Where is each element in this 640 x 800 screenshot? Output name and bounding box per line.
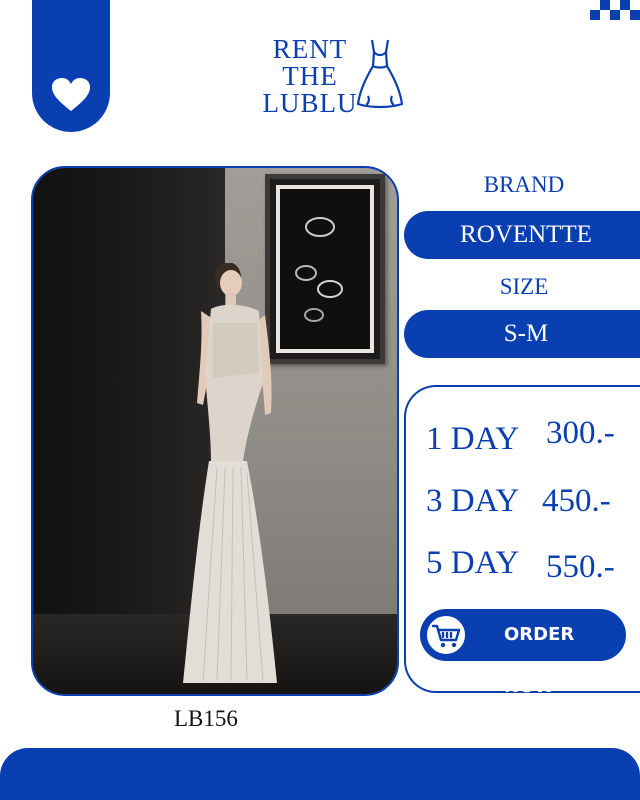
model-in-dress bbox=[183, 263, 277, 683]
pricing-panel: 1 DAY 300.- 3 DAY 450.- 5 DAY 550.- ORDER N… bbox=[404, 385, 640, 697]
brand-name-line1: RENT bbox=[272, 34, 348, 64]
dress-icon bbox=[356, 39, 404, 109]
footer-bar bbox=[0, 748, 640, 800]
brand-label: BRAND bbox=[483, 172, 565, 197]
price-amount: 550.- bbox=[546, 549, 615, 585]
size-value-pill: S-M bbox=[404, 310, 640, 358]
order-now-label: ORDER NOW bbox=[504, 624, 575, 697]
price-amount: 450.- bbox=[542, 483, 611, 519]
heart-icon bbox=[52, 78, 90, 111]
price-duration: 1 DAY bbox=[426, 421, 520, 457]
product-photo bbox=[31, 166, 399, 696]
order-now-button[interactable]: ORDER NOW bbox=[420, 609, 626, 697]
shopping-cart-icon bbox=[431, 624, 461, 648]
price-row-5day: 5 DAY 550.- bbox=[426, 545, 615, 585]
price-duration: 3 DAY bbox=[426, 483, 520, 519]
brand-value: ROVENTTE bbox=[460, 221, 592, 248]
brand-name-line2: THE bbox=[282, 61, 338, 91]
price-row-1day: 1 DAY 300.- bbox=[426, 415, 615, 458]
brand-name-line3: LUBLU bbox=[262, 88, 358, 118]
price-row-3day: 3 DAY 450.- bbox=[426, 483, 611, 520]
checkered-corner-pattern bbox=[590, 0, 640, 20]
brand-value-pill: ROVENTTE bbox=[404, 211, 640, 259]
price-amount: 300.- bbox=[546, 415, 615, 451]
brand-logo: RENT THE LUBLU bbox=[262, 36, 412, 120]
size-label: SIZE bbox=[499, 274, 549, 299]
brand-logo-text: RENT THE LUBLU bbox=[262, 36, 358, 117]
price-duration: 5 DAY bbox=[426, 545, 520, 581]
product-code: LB156 bbox=[174, 706, 238, 731]
favorite-tab[interactable] bbox=[32, 0, 110, 132]
size-value: S-M bbox=[503, 320, 549, 347]
